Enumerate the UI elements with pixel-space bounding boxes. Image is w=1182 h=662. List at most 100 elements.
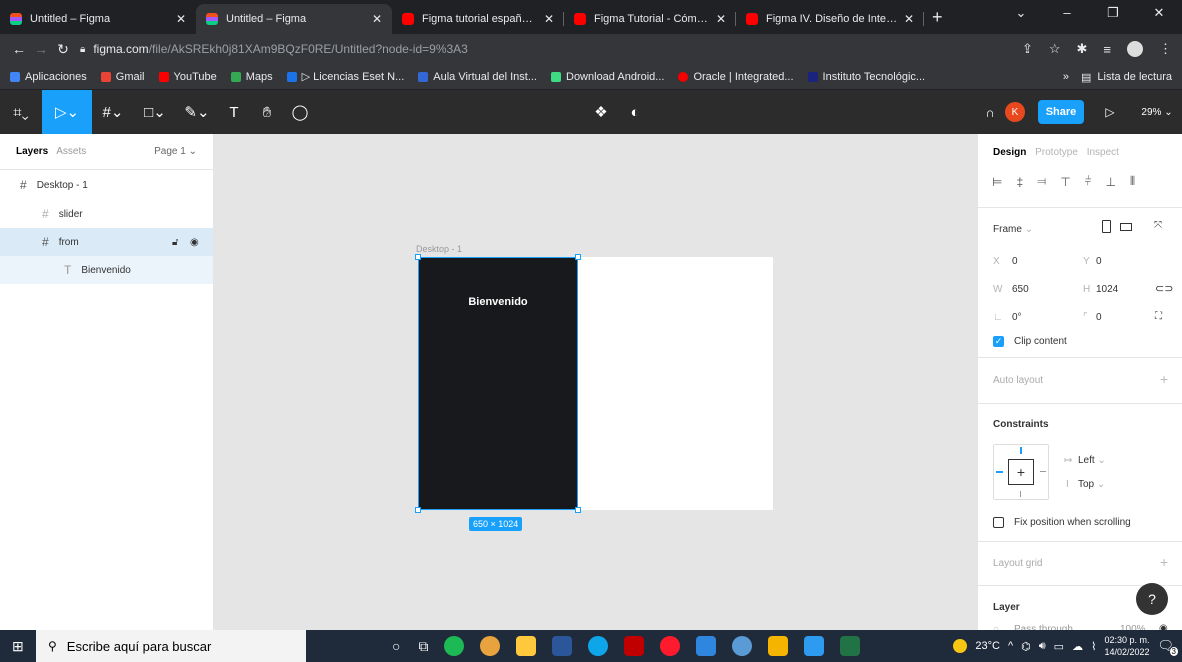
extensions-icon[interactable]: ✱ [1077,41,1088,57]
cortana-icon[interactable]: ○ [392,638,400,654]
netflix-icon[interactable] [624,636,645,656]
resize-handle[interactable] [575,507,581,513]
close-window-icon[interactable]: ✕ [1136,0,1182,26]
landscape-icon[interactable] [1120,223,1132,231]
browser-tab[interactable]: Untitled – Figma ✕ [0,4,196,34]
frame-type-dropdown[interactable]: Frame ⌄ [993,224,1033,235]
resize-handle[interactable] [415,507,421,513]
horizontal-constraint-dropdown[interactable]: Left ⌄ [1078,455,1106,466]
frame-label[interactable]: Desktop - 1 [416,244,462,254]
eye-icon[interactable]: ◉ [190,237,199,248]
tab-assets[interactable]: Assets [56,146,86,157]
bookmark-item[interactable]: Aula Virtual del Inst... [418,71,537,83]
h-input[interactable]: 1024 [1096,284,1118,295]
forward-icon[interactable]: → [30,41,52,57]
tab-inspect[interactable]: Inspect [1087,147,1119,158]
headphones-icon[interactable]: ∩ [978,90,1002,134]
bookmark-item[interactable]: Instituto Tecnológic... [807,71,925,83]
battery-icon[interactable]: ▭ [1054,640,1064,653]
clock[interactable]: 02:30 p. m. 14/02/2022 [1104,634,1149,658]
constraint-right-marker[interactable] [1040,471,1046,472]
add-layout-grid-icon[interactable]: + [1160,554,1168,570]
hand-tool-icon[interactable]: ✋︎ [250,90,284,134]
portrait-icon[interactable] [1102,220,1111,233]
new-tab-icon[interactable]: + [932,7,943,28]
tab-search-icon[interactable]: ⌄ [998,0,1044,26]
from-frame[interactable]: Bienvenido [418,257,578,510]
browser-tab[interactable]: Figma tutorial español - Com ✕ [392,4,564,34]
onedrive-icon[interactable]: ☁ [1072,640,1083,653]
x-input[interactable]: 0 [1012,256,1018,267]
close-tab-icon[interactable]: ✕ [904,12,914,26]
minimize-icon[interactable]: – [1044,0,1090,26]
tray-expand-icon[interactable]: ^ [1008,640,1013,652]
comment-tool-icon[interactable]: ◯ [284,90,316,134]
vertical-constraint-dropdown[interactable]: Top ⌄ [1078,479,1105,490]
restore-icon[interactable]: ❐ [1090,0,1136,26]
constraint-bottom-marker[interactable] [1020,491,1021,497]
constraint-left-marker[interactable] [996,471,1003,473]
align-left-icon[interactable]: ⊨ [992,175,1002,189]
more-bookmarks-icon[interactable]: » [1063,71,1069,83]
component-icon[interactable]: ❖ [586,90,616,134]
edge-icon[interactable] [588,636,609,656]
word-icon[interactable] [552,636,573,656]
resize-to-fit-icon[interactable]: ⤧ [1154,220,1162,231]
help-icon[interactable]: ? [1136,583,1168,615]
align-bottom-icon[interactable]: ⊥ [1106,175,1116,189]
w-input[interactable]: 650 [1012,284,1029,295]
network-icon[interactable]: ⌬ [1021,640,1031,653]
align-center-v-icon[interactable]: ⫩ [1085,174,1092,189]
tab-prototype[interactable]: Prototype [1035,147,1078,158]
layer-row[interactable]: # slider [0,200,213,228]
distribute-icon[interactable]: ⫴ [1130,174,1135,189]
layer-row[interactable]: # Desktop - 1 [0,170,213,200]
sublime-icon[interactable] [768,636,789,656]
pen-tool-icon[interactable]: ✎⌄ [176,90,218,134]
tab-design[interactable]: Design [993,147,1026,158]
share-page-icon[interactable]: ⇪ [1022,41,1033,57]
media-player-icon[interactable] [804,636,825,656]
constraint-top-marker[interactable] [1020,447,1022,454]
bookmark-item[interactable]: Maps [230,71,273,83]
spotify-icon[interactable] [444,636,465,656]
constraint-widget[interactable]: + [993,444,1049,500]
profile-icon[interactable] [1127,41,1143,57]
bookmark-item[interactable]: Aplicaciones [10,71,87,83]
browser-tab-active[interactable]: Untitled – Figma ✕ [196,4,392,34]
close-tab-icon[interactable]: ✕ [372,12,382,26]
tab-layers[interactable]: Layers [16,146,48,157]
welcome-text[interactable]: Bienvenido [419,296,577,308]
windows-start-icon[interactable]: ⊞ [12,638,24,655]
bookmark-item[interactable]: Download Android... [551,71,664,83]
align-top-icon[interactable]: ⊤ [1060,175,1070,189]
canvas[interactable]: Desktop - 1 Bienvenido 650 × 1024 [215,134,977,630]
file-explorer-icon[interactable] [516,636,537,656]
chrome-icon[interactable] [480,636,501,656]
text-tool-icon[interactable]: T [218,90,250,134]
constraint-center[interactable]: + [1008,459,1034,485]
menu-icon[interactable]: ⋮ [1159,41,1172,57]
browser-tab[interactable]: Figma IV. Diseño de Interface ✕ [736,4,924,34]
add-auto-layout-icon[interactable]: + [1160,371,1168,387]
present-icon[interactable]: ▷ [1100,90,1120,134]
independent-corners-icon[interactable]: ⛶ [1155,311,1162,322]
reading-mode-icon[interactable]: ≡ [1103,42,1111,57]
mask-icon[interactable]: ◐ [620,90,650,134]
opera-icon[interactable] [660,636,681,656]
avatar[interactable]: K [1005,102,1025,122]
layer-row-selected[interactable]: # from 🔓︎ ◉ [0,228,213,256]
frame-tool-icon[interactable]: #⌄ [92,90,134,134]
y-input[interactable]: 0 [1096,256,1102,267]
bookmark-item[interactable]: YouTube [158,71,217,83]
bookmark-item[interactable]: Oracle | Integrated... [678,71,794,83]
layer-row[interactable]: T Bienvenido [0,256,213,284]
task-view-icon[interactable]: ⧉ [418,638,428,655]
reload-icon[interactable]: ↻ [52,41,74,58]
close-tab-icon[interactable]: ✕ [716,12,726,26]
notifications-icon[interactable]: 🗨︎ 3 [1157,638,1178,656]
weather-icon[interactable] [953,639,968,653]
taskbar-search[interactable]: ⚲ Escribe aquí para buscar [36,630,306,662]
browser-tab[interactable]: Figma Tutorial - Cómo crear ✕ [564,4,736,34]
close-tab-icon[interactable]: ✕ [176,12,186,26]
